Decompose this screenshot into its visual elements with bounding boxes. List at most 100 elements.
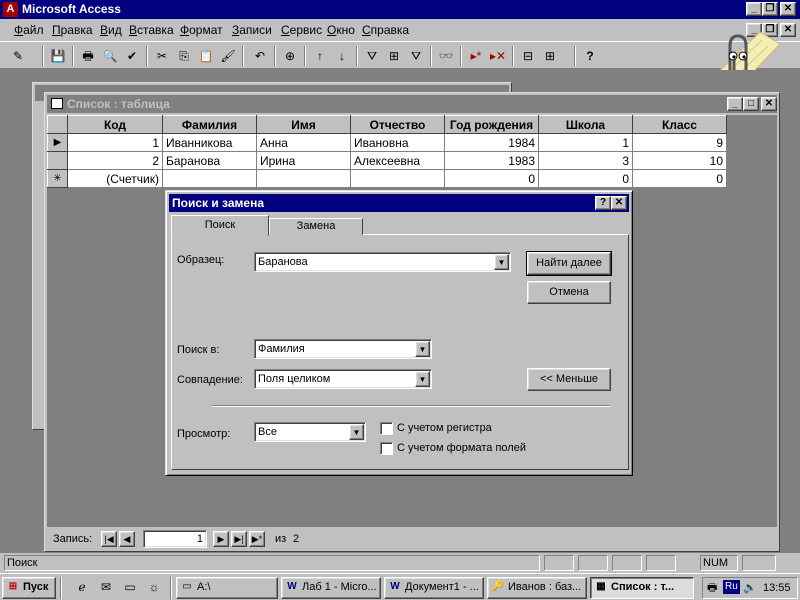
- new-record-row[interactable]: ✳ (Счетчик) 0 0 0: [47, 169, 727, 188]
- cell-otchestvo[interactable]: [350, 169, 445, 188]
- printer-tray-icon[interactable]: 🖶: [707, 578, 717, 598]
- minimize-button[interactable]: _: [746, 2, 762, 16]
- pattern-dropdown-arrow-icon[interactable]: ▼: [494, 254, 509, 270]
- table-window-caption[interactable]: Список : таблица _ □ ✕: [47, 95, 777, 113]
- menu-help[interactable]: Справка: [362, 23, 409, 37]
- format-painter-icon[interactable]: 🖌: [218, 46, 238, 66]
- look-in-dropdown-arrow-icon[interactable]: ▼: [415, 341, 430, 357]
- cell-kod[interactable]: 2: [67, 151, 163, 170]
- delete-record-icon[interactable]: ▸✕: [488, 46, 508, 66]
- cell-shkola[interactable]: 0: [538, 169, 633, 188]
- cell-kod[interactable]: (Счетчик): [67, 169, 163, 188]
- cell-shkola[interactable]: 3: [538, 151, 633, 170]
- cell-familiya[interactable]: [162, 169, 257, 188]
- database-window-icon[interactable]: ⊟: [518, 46, 538, 66]
- app-title-bar[interactable]: A Microsoft Access _ ❐ ✕: [0, 0, 800, 19]
- pattern-input[interactable]: Баранова ▼: [254, 252, 511, 272]
- show-desktop-icon[interactable]: ▭: [120, 577, 140, 597]
- tab-find[interactable]: Поиск: [171, 215, 269, 236]
- cancel-button[interactable]: Отмена: [527, 281, 611, 304]
- cell-imya[interactable]: [256, 169, 351, 188]
- spelling-icon[interactable]: ✔: [122, 46, 142, 66]
- column-header[interactable]: Код: [67, 115, 163, 134]
- menu-format[interactable]: Формат: [180, 23, 223, 37]
- menu-tools[interactable]: Сервис: [281, 23, 322, 37]
- column-header[interactable]: Класс: [632, 115, 727, 134]
- cut-icon[interactable]: ✂: [152, 46, 172, 66]
- channels-icon[interactable]: ☼: [144, 577, 164, 597]
- match-dropdown-arrow-icon[interactable]: ▼: [415, 371, 430, 387]
- copy-icon[interactable]: ⎘: [174, 46, 194, 66]
- dialog-help-button[interactable]: ?: [595, 196, 611, 210]
- restore-button[interactable]: ❐: [762, 2, 778, 16]
- new-record-selector[interactable]: ✳: [47, 169, 68, 188]
- menu-insert[interactable]: Вставка: [129, 23, 174, 37]
- record-number-field[interactable]: 1: [143, 530, 207, 548]
- task-button-ivanov-db[interactable]: 🔑 Иванов : баз...: [487, 577, 587, 599]
- find-replace-dialog[interactable]: Поиск и замена ? ✕ Поиск Замена Образец:…: [165, 190, 633, 476]
- menu-file[interactable]: Файл: [14, 23, 44, 37]
- column-header[interactable]: Год рождения: [444, 115, 539, 134]
- cell-otchestvo[interactable]: Ивановна: [350, 133, 445, 152]
- clock[interactable]: 13:55: [763, 578, 791, 598]
- match-case-label[interactable]: С учетом регистра: [397, 422, 492, 434]
- cell-imya[interactable]: Ирина: [256, 151, 351, 170]
- search-direction-select[interactable]: Все ▼: [254, 422, 366, 442]
- design-view-icon[interactable]: ✎: [8, 46, 28, 66]
- search-direction-dropdown-arrow-icon[interactable]: ▼: [349, 424, 364, 440]
- cell-god-rozhdeniya[interactable]: 1984: [444, 133, 539, 152]
- start-button[interactable]: ⊞ Пуск: [2, 577, 56, 599]
- search-formatted-label[interactable]: С учетом формата полей: [397, 442, 526, 454]
- language-indicator[interactable]: Ru: [723, 580, 740, 594]
- column-header[interactable]: Имя: [256, 115, 351, 134]
- cell-kod[interactable]: 1: [67, 133, 163, 152]
- look-in-select[interactable]: Фамилия ▼: [254, 339, 432, 359]
- outlook-express-icon[interactable]: ✉: [96, 577, 116, 597]
- column-header[interactable]: Отчество: [350, 115, 445, 134]
- match-case-checkbox[interactable]: [380, 422, 393, 435]
- record-selector[interactable]: ▶: [47, 133, 68, 152]
- column-header[interactable]: Фамилия: [162, 115, 257, 134]
- print-icon[interactable]: 🖶: [78, 46, 98, 66]
- doc-close-button[interactable]: ✕: [780, 23, 796, 37]
- cell-familiya[interactable]: Баранова: [162, 151, 257, 170]
- record-selector[interactable]: [47, 151, 68, 170]
- volume-icon[interactable]: 🔈: [743, 578, 757, 598]
- insert-hyperlink-icon[interactable]: ⊕: [280, 46, 300, 66]
- apply-filter-icon[interactable]: ⛛: [406, 46, 426, 66]
- search-formatted-checkbox[interactable]: [380, 442, 393, 455]
- new-object-icon[interactable]: ⊞: [540, 46, 560, 66]
- menu-view[interactable]: Вид: [100, 23, 122, 37]
- cell-klass[interactable]: 9: [632, 133, 727, 152]
- cell-shkola[interactable]: 1: [538, 133, 633, 152]
- internet-explorer-icon[interactable]: ℯ: [72, 577, 92, 597]
- task-button-document1[interactable]: W Документ1 - ...: [384, 577, 484, 599]
- table-minimize-button[interactable]: _: [727, 97, 743, 111]
- cell-familiya[interactable]: Иванникова: [162, 133, 257, 152]
- task-button-lab1[interactable]: W Лаб 1 - Micro...: [281, 577, 381, 599]
- filter-by-selection-icon[interactable]: ⛛: [362, 46, 382, 66]
- close-button[interactable]: ✕: [780, 2, 796, 16]
- access-app-icon[interactable]: A: [3, 2, 18, 17]
- table-row[interactable]: 2 Баранова Ирина Алексеевна 1983 3 10: [47, 151, 727, 170]
- next-record-button[interactable]: ▶: [213, 531, 229, 547]
- find-next-button[interactable]: Найти далее: [526, 251, 612, 276]
- new-record-nav-button[interactable]: ▶*: [249, 531, 265, 547]
- tab-replace[interactable]: Замена: [269, 218, 363, 235]
- cell-imya[interactable]: Анна: [256, 133, 351, 152]
- undo-icon[interactable]: ↶: [250, 46, 270, 66]
- cell-klass[interactable]: 0: [632, 169, 727, 188]
- sort-descending-icon[interactable]: ↓: [332, 46, 352, 66]
- menu-window[interactable]: Окно: [327, 23, 355, 37]
- menu-edit[interactable]: Правка: [52, 23, 93, 37]
- first-record-button[interactable]: |◀: [101, 531, 117, 547]
- save-icon[interactable]: 💾: [48, 46, 68, 66]
- prev-record-button[interactable]: ◀: [119, 531, 135, 547]
- table-close-button[interactable]: ✕: [761, 97, 777, 111]
- cell-otchestvo[interactable]: Алексеевна: [350, 151, 445, 170]
- cell-god-rozhdeniya[interactable]: 1983: [444, 151, 539, 170]
- task-button-a-drive[interactable]: ▭ A:\: [176, 577, 278, 599]
- column-header[interactable]: Школа: [538, 115, 633, 134]
- paste-icon[interactable]: 📋: [196, 46, 216, 66]
- sort-ascending-icon[interactable]: ↑: [310, 46, 330, 66]
